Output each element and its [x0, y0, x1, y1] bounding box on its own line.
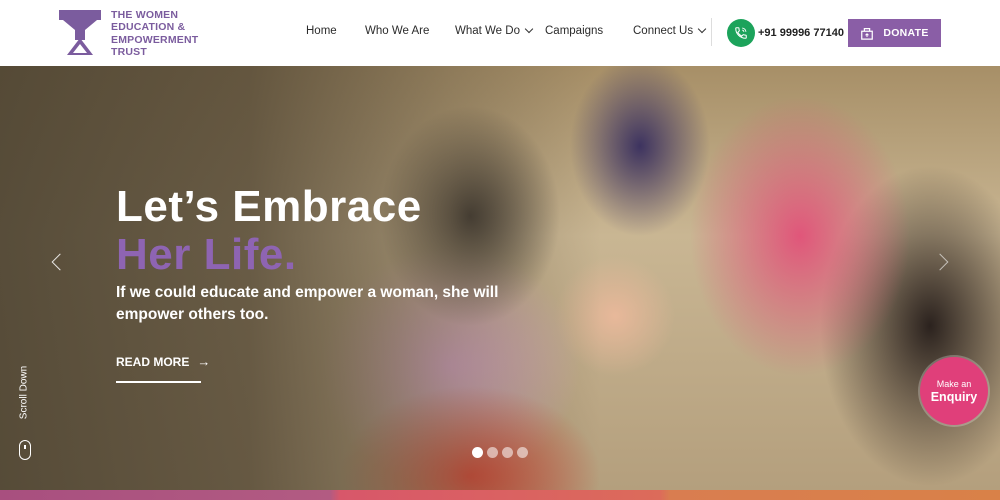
- enquiry-line-1: Make an: [936, 378, 972, 389]
- nav-item-label: Home: [306, 25, 337, 37]
- donate-label: DONATE: [883, 27, 929, 39]
- nav-item-label: Who We Are: [365, 25, 430, 37]
- slider-dot-4[interactable]: [517, 447, 528, 458]
- slider-pagination: [472, 447, 532, 458]
- brand-name-line-4: TRUST: [111, 45, 147, 58]
- bottom-color-strip: [0, 490, 1000, 500]
- arrow-right-icon: →: [197, 354, 211, 369]
- nav-item-label: Campaigns: [545, 25, 604, 37]
- slider-dot-1[interactable]: [472, 447, 483, 458]
- read-more-label: READ MORE: [116, 354, 190, 369]
- hero-subtitle: If we could educate and empower a woman,…: [116, 284, 499, 323]
- site-header: THE WOMEN EDUCATION & EMPOWERMENT TRUST …: [0, 0, 1000, 66]
- slider-dot-2[interactable]: [487, 447, 498, 458]
- chevron-down-icon: [524, 24, 534, 34]
- make-enquiry-button[interactable]: Make an Enquiry: [920, 357, 988, 425]
- phone-icon: [727, 19, 755, 47]
- chevron-down-icon: [697, 24, 707, 34]
- brand-logo[interactable]: THE WOMEN EDUCATION & EMPOWERMENT TRUST: [57, 8, 198, 58]
- hero-title-line-1: Let’s Embrace: [116, 182, 422, 231]
- nav-item-label: Connect Us: [633, 25, 694, 37]
- donate-box-icon: [861, 28, 874, 40]
- nav-item-label: What We Do: [455, 25, 520, 37]
- brand-name: THE WOMEN EDUCATION & EMPOWERMENT TRUST: [111, 9, 198, 58]
- phone-contact[interactable]: +91 99996 77140: [727, 19, 844, 47]
- nav-item-connect-us[interactable]: Connect Us: [633, 24, 707, 37]
- nav-item-home[interactable]: Home: [306, 25, 337, 37]
- tweet-logo-icon: [57, 8, 103, 58]
- scroll-down[interactable]: Scroll Down: [9, 362, 39, 442]
- enquiry-line-2: Enquiry: [930, 389, 978, 404]
- nav-divider: [711, 18, 712, 46]
- slider-dot-3[interactable]: [502, 447, 513, 458]
- donate-button[interactable]: DONATE: [848, 19, 941, 47]
- nav-item-campaigns[interactable]: Campaigns: [545, 25, 603, 37]
- hero-slider: Let’s Embrace Her Life. If we could educ…: [0, 66, 1000, 490]
- brand-name-line-3: EMPOWERMENT: [111, 33, 199, 46]
- brand-name-line-2: EDUCATION &: [111, 21, 186, 34]
- brand-name-line-1: THE WOMEN: [111, 9, 179, 21]
- nav-item-what-we-do[interactable]: What We Do: [455, 24, 534, 37]
- mouse-scroll-dot: [24, 445, 26, 449]
- nav-item-who-we-are[interactable]: Who We Are: [365, 25, 429, 37]
- phone-number: +91 99996 77140: [758, 27, 844, 39]
- scroll-down-label: Scroll Down: [18, 365, 30, 420]
- hero-title-line-2: Her Life.: [116, 230, 297, 279]
- read-more-link[interactable]: READ MORE →: [116, 354, 210, 369]
- read-more-underline: [116, 381, 201, 383]
- mouse-scroll-icon[interactable]: [19, 440, 31, 460]
